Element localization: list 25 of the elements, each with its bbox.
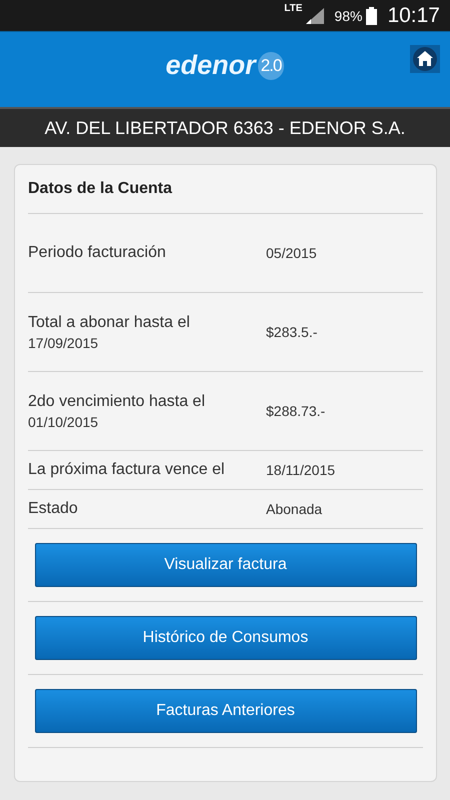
field-date: 17/09/2015 <box>28 334 100 350</box>
logo-text: edenor <box>166 50 256 81</box>
battery-icon <box>366 6 378 24</box>
logo-version: 2.0 <box>258 52 284 80</box>
network-label: LTE <box>284 3 302 14</box>
battery-percent: 98% <box>334 8 362 24</box>
field-label: La próxima factura vence el <box>28 461 226 479</box>
field-label: Periodo facturación <box>28 244 167 262</box>
field-value: 18/11/2015 <box>266 462 336 478</box>
clock: 10:17 <box>387 4 440 28</box>
card-title: Datos de la Cuenta <box>28 165 423 214</box>
field-value: $288.73.- <box>266 403 326 419</box>
action-button[interactable]: Histórico de Consumos <box>34 616 416 660</box>
signal-icon <box>306 8 324 24</box>
home-icon[interactable] <box>410 45 440 73</box>
field-label: Total a abonar hasta el <box>28 314 191 332</box>
field-label: 2do vencimiento hasta el <box>28 392 206 410</box>
field-value: 05/2015 <box>266 245 317 261</box>
address-bar: AV. DEL LIBERTADOR 6363 - EDENOR S.A. <box>0 107 450 147</box>
action-button[interactable]: Facturas Anteriores <box>34 689 416 733</box>
action-button[interactable]: Visualizar factura <box>34 543 416 587</box>
field-value: Abonada <box>266 501 322 517</box>
field-date: 01/10/2015 <box>28 414 100 430</box>
field-value: $283.5.- <box>266 324 318 340</box>
field-label: Estado <box>28 500 79 518</box>
